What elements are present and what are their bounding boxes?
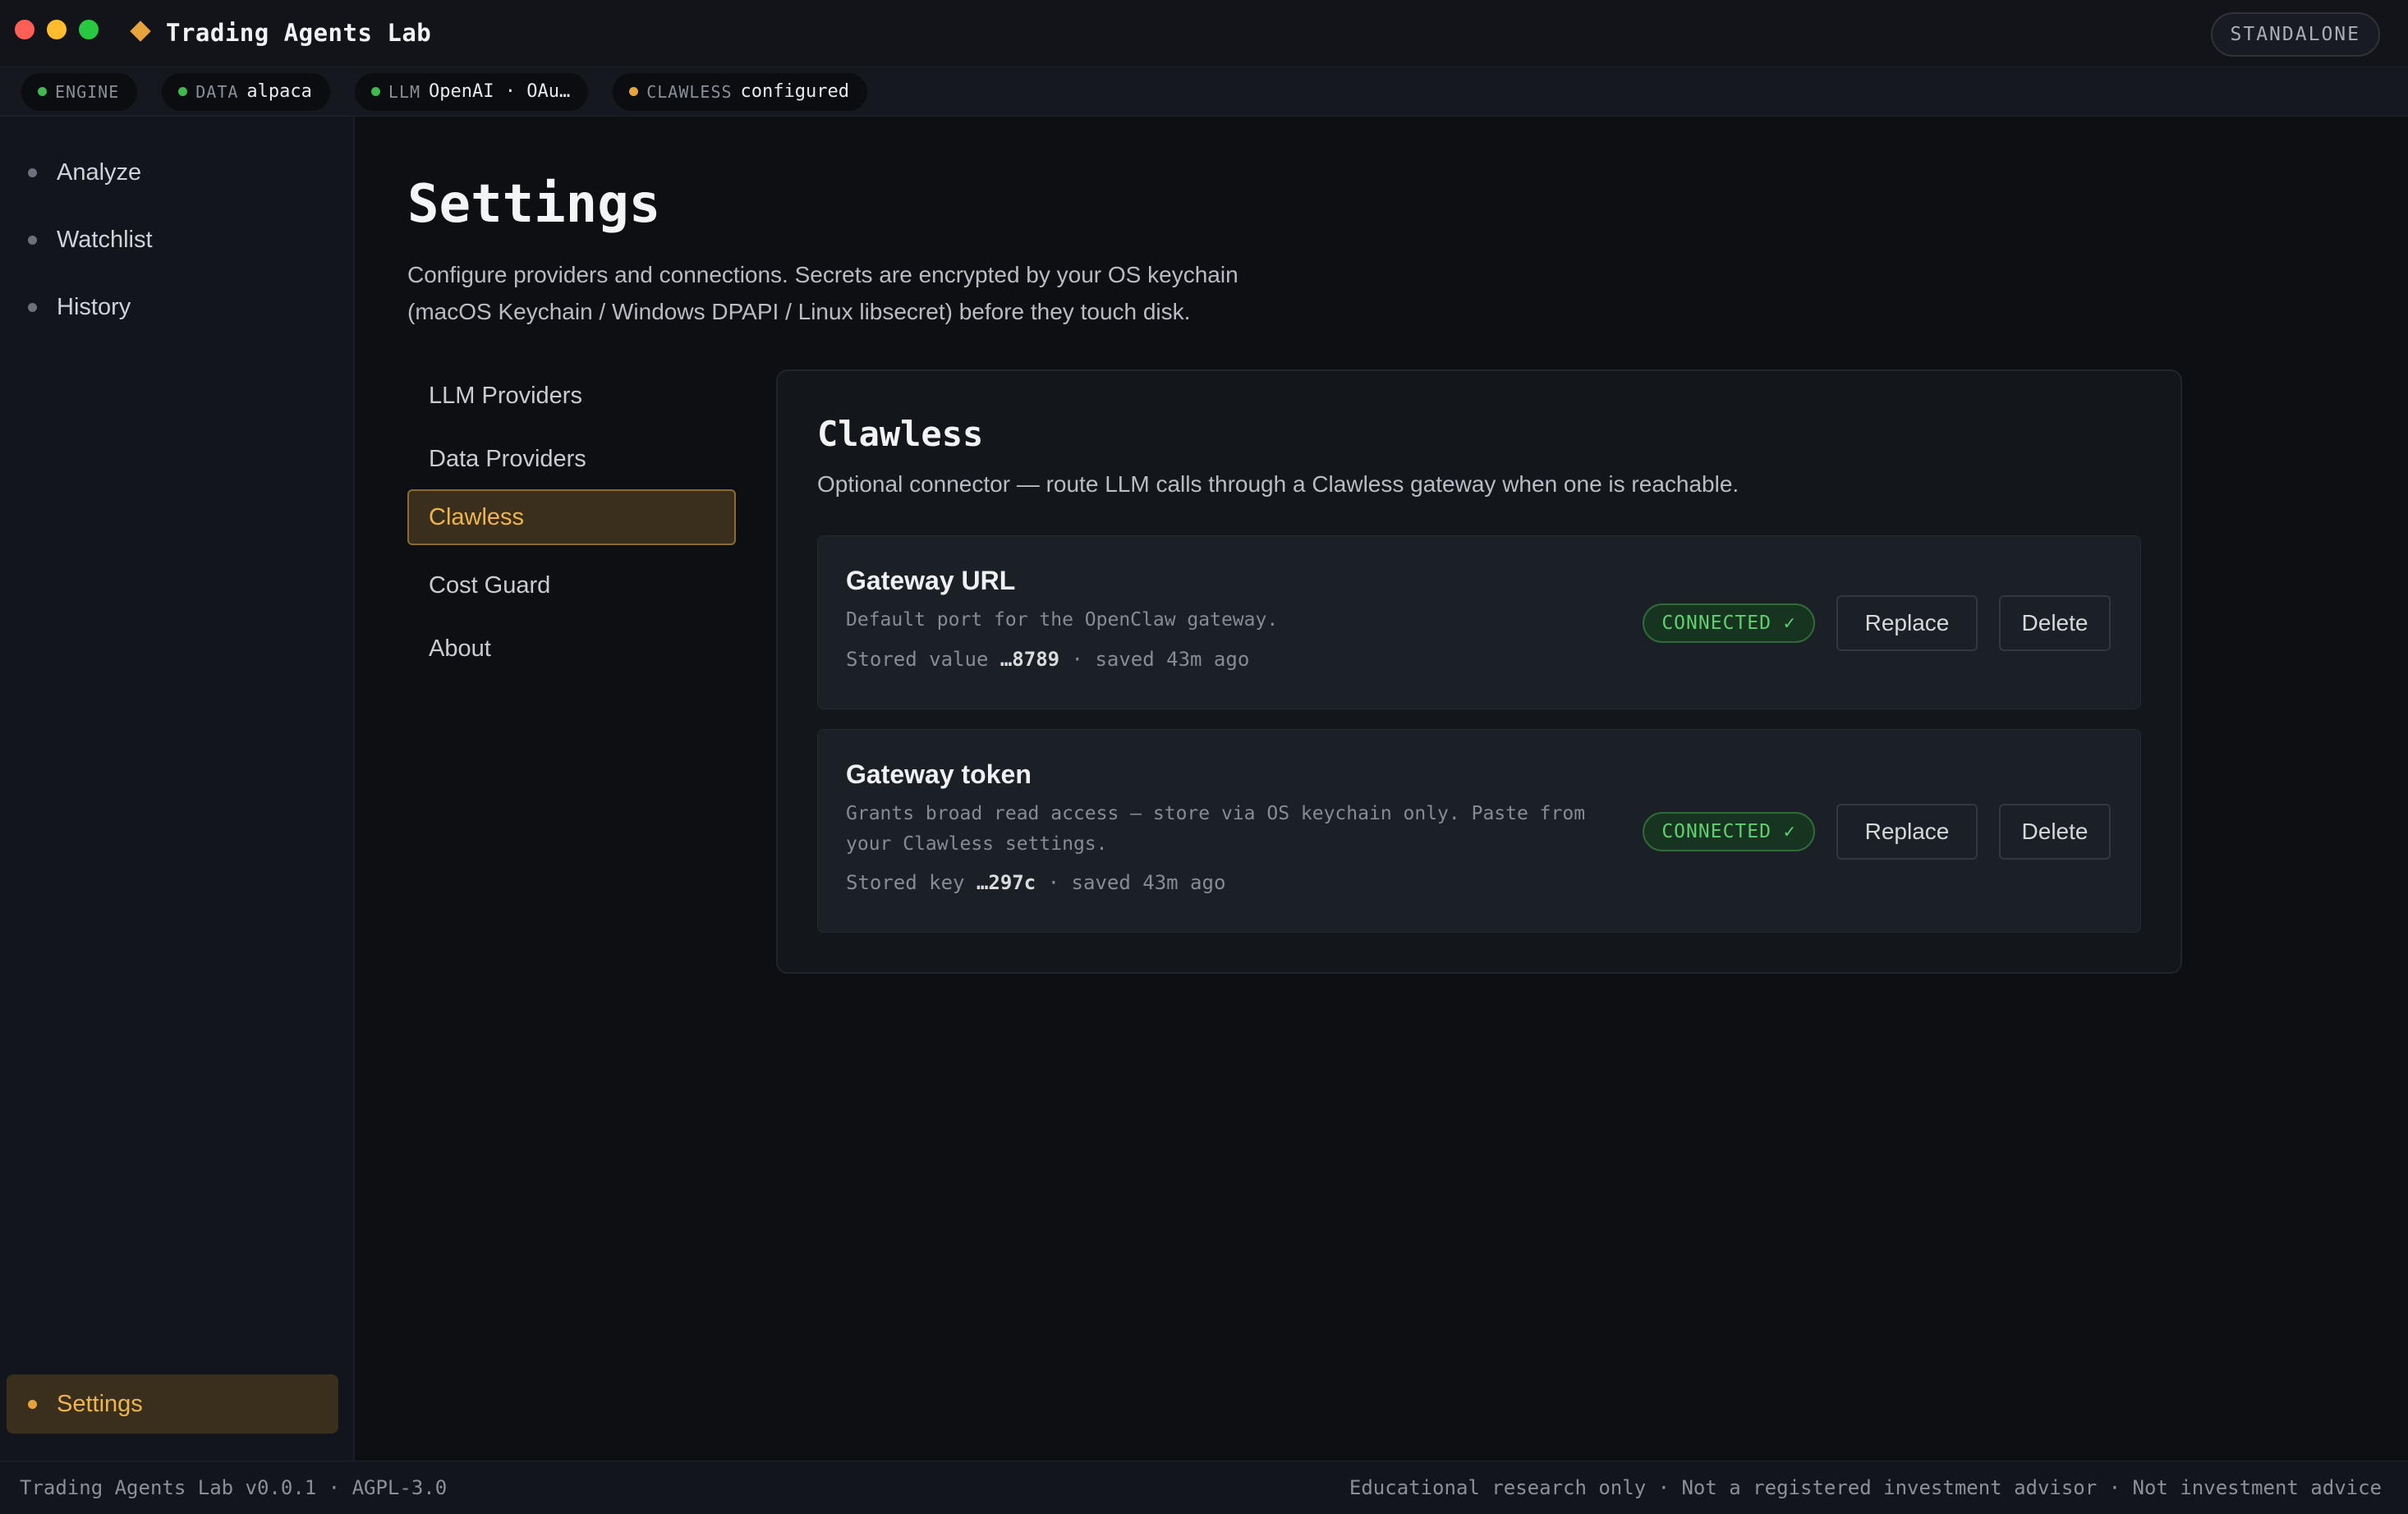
- status-chip-clawless: CLAWLESS configured: [613, 72, 867, 111]
- meta-prefix: Stored key: [846, 871, 977, 894]
- connected-badge: CONNECTED ✓: [1643, 812, 1815, 851]
- sidebar-item-label: Settings: [57, 1390, 143, 1417]
- credential-help: Grants broad read access — store via OS …: [846, 803, 1586, 855]
- credential-meta: Stored key …297c · saved 43m ago: [846, 871, 1225, 894]
- bullet-icon: [28, 235, 37, 245]
- replace-gateway-token-button[interactable]: Replace: [1836, 804, 1978, 860]
- delete-gateway-url-button[interactable]: Delete: [1999, 595, 2111, 651]
- sidebar-item-label: History: [57, 293, 131, 320]
- panel-title: Clawless: [817, 414, 984, 454]
- subnav-item-llm-providers[interactable]: LLM Providers: [407, 368, 736, 424]
- status-dot-icon: [370, 87, 380, 96]
- meta-prefix: Stored value: [846, 648, 1000, 671]
- status-value: OpenAI · OAu…: [429, 81, 571, 102]
- status-chip-data: DATA alpaca: [162, 72, 330, 111]
- minimize-window-button[interactable]: [47, 20, 67, 39]
- status-value: configured: [740, 81, 849, 102]
- footer: Trading Agents Lab v0.0.1 · AGPL-3.0 Edu…: [0, 1461, 2408, 1514]
- credential-meta: Stored value …8789 · saved 43m ago: [846, 648, 1249, 671]
- sidebar-item-watchlist[interactable]: Watchlist: [7, 210, 338, 269]
- sidebar-item-settings[interactable]: Settings: [7, 1374, 338, 1434]
- bullet-icon: [28, 167, 37, 177]
- status-dot-icon: [178, 87, 188, 96]
- meta-suffix: · saved 43m ago: [1059, 648, 1250, 671]
- title-bar: Trading Agents Lab STANDALONE: [0, 0, 2408, 67]
- status-dot-icon: [629, 87, 639, 96]
- mode-badge: STANDALONE: [2210, 12, 2380, 57]
- page-title: Settings: [407, 174, 661, 235]
- meta-value: …8789: [1000, 648, 1060, 671]
- page-description: Configure providers and connections. Sec…: [407, 256, 1352, 330]
- subnav-item-about[interactable]: About: [407, 621, 736, 677]
- maximize-window-button[interactable]: [79, 20, 99, 39]
- credential-help: Default port for the OpenClaw gateway.: [846, 609, 1279, 631]
- meta-suffix: · saved 43m ago: [1036, 871, 1226, 894]
- sidebar-item-label: Watchlist: [57, 226, 153, 253]
- credential-name: Gateway URL: [846, 566, 1016, 595]
- credential-name: Gateway token: [846, 759, 1032, 789]
- app-title: Trading Agents Lab: [166, 19, 432, 47]
- main-content: Settings Configure providers and connect…: [356, 117, 2408, 1461]
- bullet-icon: [28, 1399, 37, 1409]
- status-chip-llm: LLM OpenAI · OAu…: [354, 72, 589, 111]
- status-value: alpaca: [246, 81, 312, 102]
- footer-disclaimer: Educational research only · Not a regist…: [1349, 1476, 2382, 1499]
- status-dot-icon: [38, 87, 47, 96]
- meta-value: …297c: [976, 871, 1036, 894]
- credential-card-gateway-url: Gateway URL Default port for the OpenCla…: [817, 535, 2141, 709]
- page-description-line: (macOS Keychain / Windows DPAPI / Linux …: [407, 299, 1191, 324]
- bullet-icon: [28, 302, 37, 312]
- page-description-line: Configure providers and connections. Sec…: [407, 262, 1238, 287]
- clawless-panel: Clawless Optional connector — route LLM …: [776, 369, 2182, 974]
- subnav-item-cost-guard[interactable]: Cost Guard: [407, 557, 736, 613]
- status-chip-engine: ENGINE: [21, 72, 138, 111]
- connected-badge: CONNECTED ✓: [1643, 603, 1815, 643]
- sidebar-item-history[interactable]: History: [7, 278, 338, 337]
- delete-gateway-token-button[interactable]: Delete: [1999, 804, 2111, 860]
- subnav-item-clawless[interactable]: Clawless: [407, 489, 736, 545]
- footer-version: Trading Agents Lab v0.0.1 · AGPL-3.0: [20, 1476, 448, 1499]
- status-key: LLM: [388, 81, 421, 102]
- diamond-logo-icon: [130, 21, 151, 42]
- subnav-item-data-providers[interactable]: Data Providers: [407, 431, 736, 487]
- panel-description: Optional connector — route LLM calls thr…: [817, 471, 1739, 497]
- status-strip: ENGINE DATA alpaca LLM OpenAI · OAu… CLA…: [0, 67, 2408, 117]
- sidebar-item-label: Analyze: [57, 158, 142, 186]
- credential-card-gateway-token: Gateway token Grants broad read access —…: [817, 729, 2141, 933]
- sidebar-item-analyze[interactable]: Analyze: [7, 143, 338, 202]
- close-window-button[interactable]: [15, 20, 34, 39]
- status-key: DATA: [195, 81, 239, 102]
- replace-gateway-url-button[interactable]: Replace: [1836, 595, 1978, 651]
- status-key: ENGINE: [55, 81, 120, 102]
- sidebar: Analyze Watchlist History Settings: [0, 117, 355, 1461]
- status-key: CLAWLESS: [646, 81, 733, 102]
